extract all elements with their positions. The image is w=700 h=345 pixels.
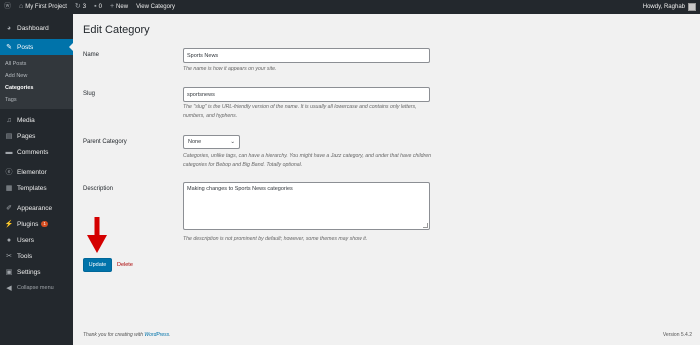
sidebar-item-media[interactable]: ♫ Media [0, 112, 73, 128]
submenu-all-posts[interactable]: All Posts [0, 58, 73, 70]
sidebar-item-templates[interactable]: ▦ Templates [0, 180, 73, 196]
pages-icon: ▤ [5, 133, 13, 140]
description-label: Description [83, 186, 114, 192]
sidebar-item-label: Plugins [17, 220, 39, 228]
paintbrush-icon: ✐ [6, 205, 12, 212]
new-label: New [116, 4, 129, 10]
delete-link[interactable]: Delete [117, 262, 133, 268]
plus-icon: + [109, 3, 115, 10]
footer-thanks: Thank you for creating with WordPress. [83, 332, 171, 338]
sidebar-item-plugins[interactable]: ⚡ Plugins 1 [0, 216, 73, 232]
howdy-text: Howdy, Raghab [642, 4, 685, 10]
sidebar-item-comments[interactable]: ▬ Comments [0, 144, 73, 160]
comments-icon: ▬ [5, 148, 13, 156]
chevron-down-icon: ⌄ [230, 139, 235, 145]
admin-bar: ⓦ ⌂ My First Project ↻ 3 ▪ 0 + New View … [0, 0, 700, 14]
footer-thanks-suffix: . [169, 332, 171, 338]
dashboard-icon: ◕ [6, 24, 12, 32]
site-name-link[interactable]: ⌂ My First Project [15, 0, 71, 14]
sidebar-item-tools[interactable]: ✂ Tools [0, 248, 73, 264]
new-content-link[interactable]: + New [106, 0, 132, 14]
sidebar-item-appearance[interactable]: ✐ Appearance [0, 200, 73, 216]
slug-label: Slug [83, 91, 96, 97]
collapse-menu-button[interactable]: ◀ Collapse menu [0, 280, 73, 296]
main-content: Edit Category Name Sports News The name … [73, 14, 700, 345]
view-category-link[interactable]: View Category [132, 0, 179, 14]
media-icon: ♫ [6, 116, 12, 124]
description-text: Making changes to Sports News categories [187, 186, 293, 192]
admin-sidebar: ◕ Dashboard ✎ Posts All Posts Add New Ca… [0, 14, 73, 345]
updates-icon: ↻ [74, 3, 81, 10]
collapse-label: Collapse menu [17, 285, 54, 291]
slug-description: The "slug" is the URL-friendly version o… [183, 104, 417, 119]
red-down-arrow-icon [87, 217, 107, 253]
pushpin-icon: ✎ [6, 44, 12, 51]
comments-count: 0 [98, 4, 102, 10]
site-name: My First Project [25, 4, 67, 10]
collapse-icon: ◀ [6, 285, 12, 292]
templates-icon: ▦ [5, 185, 13, 192]
users-icon: ● [6, 236, 12, 244]
name-label: Name [83, 52, 100, 58]
update-button[interactable]: Update [83, 258, 112, 272]
sidebar-item-label: Settings [17, 268, 41, 276]
sidebar-item-label: Media [17, 116, 35, 124]
my-account-menu[interactable]: Howdy, Raghab [643, 3, 700, 11]
comments-link[interactable]: ▪ 0 [90, 0, 106, 14]
elementor-icon: ⓔ [5, 169, 13, 176]
sidebar-item-label: Tools [17, 252, 33, 260]
wordpress-icon: ⓦ [4, 3, 11, 10]
view-category-label: View Category [136, 4, 175, 10]
name-description: The name is how it appears on your site. [183, 66, 277, 72]
updates-count: 3 [82, 4, 87, 10]
footer-thanks-prefix: Thank you for creating with [83, 332, 145, 338]
sidebar-item-label: Posts [17, 43, 34, 51]
avatar [688, 3, 696, 11]
submenu-categories[interactable]: Categories [0, 82, 73, 94]
sidebar-item-label: Users [17, 236, 34, 244]
submenu-add-new[interactable]: Add New [0, 70, 73, 82]
sidebar-item-elementor[interactable]: ⓔ Elementor [0, 164, 73, 180]
parent-category-value: None [188, 139, 202, 145]
wrench-icon: ✂ [6, 253, 12, 260]
parent-category-select[interactable]: None ⌄ [183, 135, 240, 149]
wordpress-link[interactable]: WordPress [144, 332, 169, 338]
comment-bubble-icon: ▪ [94, 3, 97, 10]
sidebar-item-label: Comments [17, 148, 49, 156]
settings-icon: ▣ [5, 269, 13, 276]
slug-field[interactable]: sportsnews [183, 87, 430, 102]
sidebar-item-settings[interactable]: ▣ Settings [0, 264, 73, 280]
page-title: Edit Category [83, 24, 150, 36]
plugin-icon: ⚡ [4, 221, 14, 228]
wordpress-logo-button[interactable]: ⓦ [0, 0, 15, 14]
resize-handle-icon[interactable] [423, 223, 428, 228]
sidebar-item-label: Pages [17, 132, 36, 140]
updates-link[interactable]: ↻ 3 [71, 0, 90, 14]
submenu-tags[interactable]: Tags [0, 94, 73, 106]
description-help: The description is not prominent by defa… [183, 236, 368, 242]
sidebar-item-users[interactable]: ● Users [0, 232, 73, 248]
sidebar-item-label: Templates [17, 184, 47, 192]
sidebar-item-label: Appearance [17, 204, 53, 212]
home-icon: ⌂ [19, 3, 24, 10]
sidebar-item-posts[interactable]: ✎ Posts [0, 39, 73, 55]
sidebar-item-label: Dashboard [17, 24, 49, 32]
posts-submenu: All Posts Add New Categories Tags [0, 55, 73, 109]
parent-category-label: Parent Category [83, 139, 127, 145]
plugins-update-badge: 1 [41, 221, 48, 227]
description-textarea[interactable]: Making changes to Sports News categories [183, 182, 430, 230]
name-field[interactable]: Sports News [183, 48, 430, 63]
sidebar-item-label: Elementor [17, 168, 47, 176]
footer-version: Version 5.4.2 [662, 332, 692, 338]
sidebar-item-pages[interactable]: ▤ Pages [0, 128, 73, 144]
sidebar-item-dashboard[interactable]: ◕ Dashboard [0, 20, 73, 36]
parent-category-description: Categories, unlike tags, can have a hier… [183, 153, 431, 168]
